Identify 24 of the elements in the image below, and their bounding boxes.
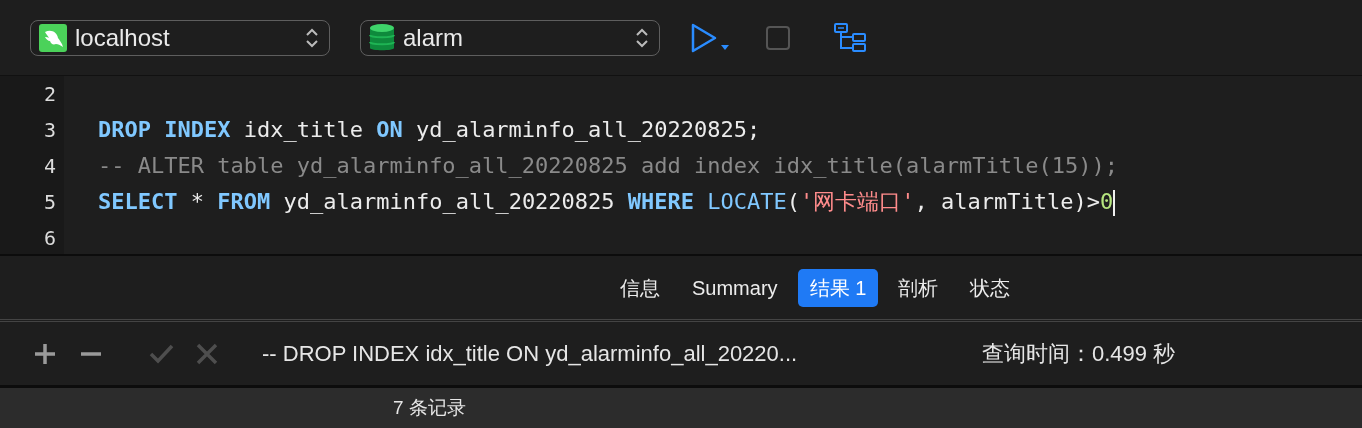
code-line[interactable]: -- ALTER table yd_alarminfo_all_20220825 add index idx_title(alarmTitle(15)); — [64, 148, 1118, 184]
tree-icon[interactable] — [834, 22, 866, 53]
line-number: 5 — [42, 189, 57, 216]
result-tab[interactable]: 信息 — [608, 268, 672, 307]
query-message: -- DROP INDEX idx_title ON yd_alarminfo_all_20220... — [262, 340, 799, 368]
result-tab[interactable]: 结果 1 — [797, 268, 879, 307]
result-tab[interactable]: 状态 — [958, 268, 1023, 307]
stepper-icon — [305, 26, 319, 49]
dolphin-icon — [39, 23, 67, 52]
code-line[interactable]: SELECT * FROM yd_alarminfo_all_20220825 WHERE LOCATE('网卡端口', alarmTitle)>0 — [64, 184, 1116, 220]
line-number: 4 — [42, 153, 57, 180]
result-tab[interactable]: Summary — [680, 268, 790, 307]
code-line[interactable]: DROP INDEX idx_title ON yd_alarminfo_all_20220825; — [64, 112, 761, 148]
record-count: 7 条记录 — [393, 395, 466, 420]
query-time: 查询时间：0.499 秒 — [982, 340, 1176, 368]
database-icon — [369, 22, 395, 53]
result-tab[interactable]: 剖析 — [886, 268, 951, 307]
line-number: 3 — [42, 117, 57, 144]
line-number: 6 — [42, 225, 57, 252]
line-number: 2 — [42, 81, 57, 108]
run-icon[interactable] — [690, 22, 730, 53]
database-select[interactable]: alarm — [360, 19, 660, 56]
connection-select[interactable]: localhost — [30, 19, 330, 56]
stepper-icon — [635, 26, 649, 49]
